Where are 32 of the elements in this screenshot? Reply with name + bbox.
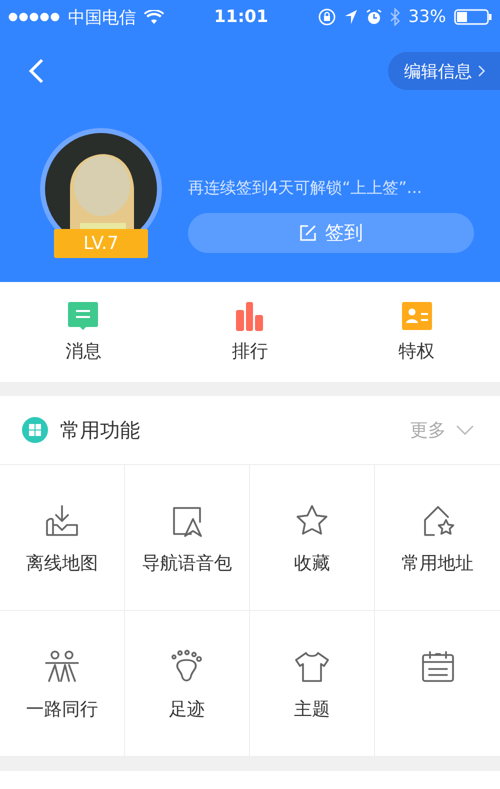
back-icon[interactable] (28, 58, 44, 84)
id-card-icon (400, 301, 433, 331)
bluetooth-icon (390, 8, 400, 26)
location-arrow-icon (344, 9, 358, 25)
wifi-icon (144, 10, 164, 24)
feature-item[interactable]: 收藏 (250, 465, 375, 611)
message-icon (67, 301, 100, 331)
edit-icon (299, 224, 317, 242)
edit-info-button[interactable]: 编辑信息 (388, 52, 500, 90)
t-shirt-icon (294, 649, 330, 685)
calendar-icon (420, 649, 456, 685)
feature-item[interactable]: 主题 (250, 611, 375, 757)
feature-item[interactable]: 离线地图 (0, 465, 125, 611)
caret-icon (456, 425, 474, 435)
battery-icon (454, 9, 492, 25)
feature-item[interactable]: 导航语音包 (125, 465, 250, 611)
section-title: 常用功能 (60, 416, 141, 444)
bar-chart-icon (234, 301, 266, 331)
grid-icon (22, 417, 48, 443)
feature-item[interactable]: 一路同行 (0, 611, 125, 757)
feature-item[interactable]: 足迹 (125, 611, 250, 757)
alarm-clock-icon (366, 9, 382, 25)
chevron-icon (478, 65, 486, 77)
two-people-icon (44, 649, 80, 685)
sign-in-hint: 再连续签到4天可解锁“上上签”... (188, 178, 424, 199)
signal-dots-icon (8, 12, 60, 22)
rotation-lock-icon (318, 8, 336, 26)
level-badge: LV.7 (54, 229, 148, 258)
battery-percent: 33% (408, 7, 446, 27)
carrier-name: 中国电信 (68, 6, 136, 28)
status-time: 11:01 (214, 7, 268, 27)
download-tray-icon (44, 503, 80, 539)
